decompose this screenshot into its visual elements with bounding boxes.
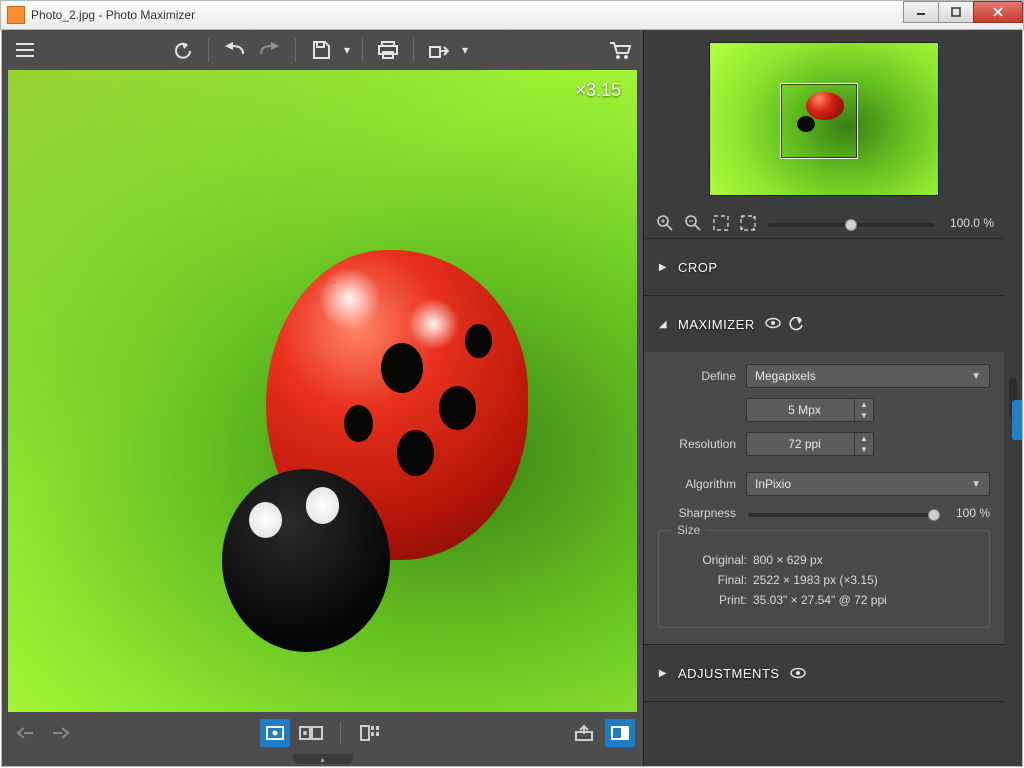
resolution-spinner[interactable]: 72 ppi ▲▼ — [746, 432, 874, 456]
undo-button[interactable] — [217, 35, 251, 65]
window-maximize-button[interactable] — [938, 1, 974, 23]
reset-icon[interactable] — [789, 317, 803, 331]
app-icon — [7, 6, 25, 24]
zoom-overlay-label: ×3.15 — [575, 80, 621, 101]
share-dropdown[interactable]: ▾ — [458, 35, 472, 65]
size-legend: Size — [671, 523, 706, 537]
panel-toggle-button[interactable] — [605, 719, 635, 747]
image-canvas[interactable]: ×3.15 — [8, 70, 637, 712]
zoom-value: 100.0 % — [938, 216, 994, 230]
maximizer-panel-body: Define Megapixels▼ 5 Mpx ▲▼ Resolution — [644, 352, 1004, 644]
filmstrip-pull-tab[interactable]: ▴ — [2, 754, 643, 766]
zoom-out-icon[interactable] — [682, 212, 704, 234]
cart-button[interactable] — [603, 35, 637, 65]
navigator-thumbnail[interactable] — [709, 42, 939, 196]
zoom-controls: 100.0 % — [644, 208, 1004, 238]
export-button[interactable] — [569, 719, 599, 747]
zoom-in-icon[interactable] — [654, 212, 676, 234]
crop-panel-label: CROP — [678, 260, 718, 275]
panel-collapse-handle[interactable] — [1004, 30, 1022, 766]
navigator-viewport[interactable] — [780, 83, 858, 159]
chevron-right-icon: ▶ — [658, 668, 668, 679]
view-filmstrip-button[interactable] — [355, 719, 385, 747]
image-subject — [222, 250, 587, 648]
main-toolbar: ▾ ▾ — [2, 30, 643, 70]
maximizer-panel-label: MAXIMIZER — [678, 317, 755, 332]
prev-image-button[interactable] — [10, 719, 40, 747]
dial-min-label: min — [883, 328, 902, 339]
define-select[interactable]: Megapixels▼ — [746, 364, 990, 388]
megapixel-spinner[interactable]: 5 Mpx ▲▼ — [746, 398, 874, 422]
print-button[interactable] — [371, 35, 405, 65]
dial-icon — [910, 302, 956, 348]
window-titlebar: Photo_2.jpg - Photo Maximizer — [0, 0, 1024, 30]
dial-max-label: max — [970, 328, 992, 339]
chevron-down-icon: ◢ — [658, 319, 668, 330]
view-single-button[interactable] — [260, 719, 290, 747]
save-button[interactable] — [304, 35, 338, 65]
sharpness-value: 100 % — [938, 506, 990, 520]
view-compare-button[interactable] — [296, 719, 326, 747]
adjustments-panel-label: ADJUSTMENTS — [678, 666, 780, 681]
crop-panel-header[interactable]: ▶ CROP — [644, 239, 1004, 295]
share-button[interactable] — [422, 35, 456, 65]
chevron-right-icon: ▶ — [658, 262, 668, 273]
visibility-icon[interactable] — [790, 667, 806, 679]
window-close-button[interactable] — [973, 1, 1023, 23]
save-dropdown[interactable]: ▾ — [340, 35, 354, 65]
algorithm-select[interactable]: InPixio▼ — [746, 472, 990, 496]
size-info-box: Size Original:800 × 629 px Final:2522 × … — [658, 530, 990, 628]
right-edge-tab[interactable] — [1012, 400, 1022, 440]
sharpness-label: Sharpness — [658, 506, 746, 520]
undo-all-button[interactable] — [166, 35, 200, 65]
adjustments-panel-header[interactable]: ▶ ADJUSTMENTS — [644, 645, 1004, 701]
maximizer-panel-header[interactable]: min max ◢ MAXIMIZER — [644, 296, 1004, 352]
redo-button[interactable] — [253, 35, 287, 65]
define-label: Define — [658, 369, 746, 383]
algorithm-label: Algorithm — [658, 477, 746, 491]
visibility-icon[interactable] — [765, 317, 781, 331]
zoom-slider[interactable] — [768, 223, 934, 227]
next-image-button[interactable] — [46, 719, 76, 747]
sharpness-slider[interactable] — [748, 513, 940, 517]
window-title: Photo_2.jpg - Photo Maximizer — [31, 8, 195, 22]
menu-button[interactable] — [8, 35, 42, 65]
actual-size-icon[interactable] — [738, 212, 760, 234]
fit-screen-icon[interactable] — [710, 212, 732, 234]
resolution-label: Resolution — [658, 437, 746, 451]
window-minimize-button[interactable] — [903, 1, 939, 23]
view-toolbar — [2, 712, 643, 754]
